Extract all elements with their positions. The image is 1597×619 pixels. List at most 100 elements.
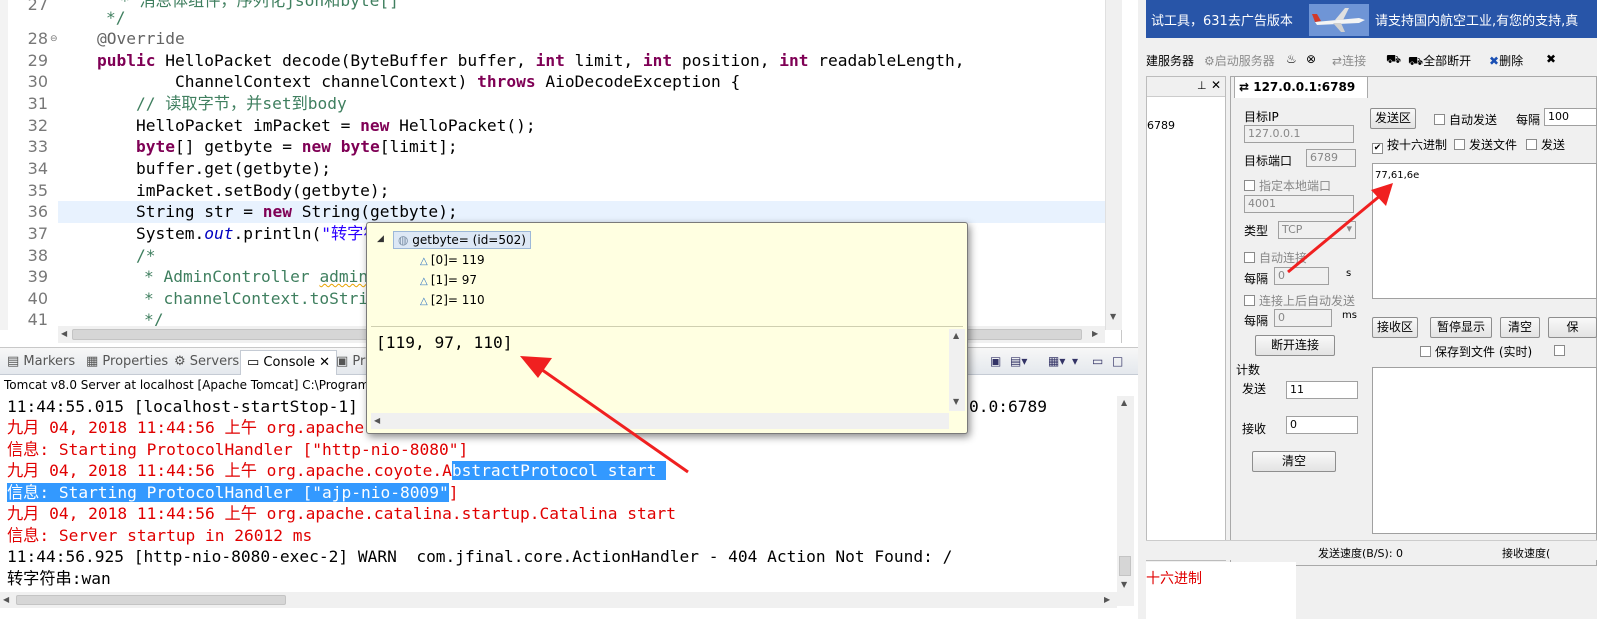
disconnect-icon[interactable]: ⛟ xyxy=(1386,52,1401,68)
tab-progress[interactable]: ▣ Pr xyxy=(336,354,365,369)
console-line: 信息: Starting ProtocolHandler ["ajp-nio-8… xyxy=(7,483,459,502)
type-select[interactable]: TCP ▾ xyxy=(1278,221,1356,239)
console-line: 九月 04, 2018 11:44:56 上午 org.apache.catal… xyxy=(7,504,676,523)
fold-icon[interactable]: ⊖ xyxy=(50,34,58,44)
console-vertical-scrollbar[interactable]: ▲ ▼ xyxy=(1117,396,1134,606)
recv-textarea[interactable] xyxy=(1372,367,1597,534)
auto-send-after-checkbox[interactable]: 连接上后自动发送 xyxy=(1244,292,1355,309)
console-vscroll-thumb[interactable] xyxy=(1119,556,1131,576)
send-file-checkbox[interactable]: 发送文件 xyxy=(1454,136,1517,153)
scroll-up-arrow-icon[interactable]: ▲ xyxy=(1121,398,1127,407)
clear-recv-button[interactable]: 清空 xyxy=(1500,317,1540,338)
checkbox-icon[interactable] xyxy=(1554,345,1565,356)
debug-inspect-popup[interactable]: ◢ ◍ getbyte= (id=502) △ [0]= 119 △ [1]= … xyxy=(366,222,968,434)
checkbox-icon xyxy=(1434,114,1445,125)
scroll-left-arrow-icon[interactable]: ◀ xyxy=(3,595,9,604)
console-process-label: Tomcat v8.0 Server at localhost [Apache … xyxy=(4,378,383,392)
popup-vertical-scrollbar[interactable]: ▲ ▼ xyxy=(949,329,965,411)
every-label: 每隔 xyxy=(1244,272,1269,286)
local-port-input[interactable]: 4001 xyxy=(1244,195,1354,213)
tcp-debug-tool-window: 试工具，631去广告版本 请支持国内航空工业,有您的支持,真 建服务器 ⚙启动服… xyxy=(1138,0,1597,619)
scroll-up-arrow-icon[interactable]: ▲ xyxy=(953,331,959,340)
code-line-35: imPacket.setBody(getbyte); xyxy=(136,181,390,200)
send-interval-input[interactable]: 0 xyxy=(1274,309,1332,327)
scroll-left-arrow-icon[interactable]: ◀ xyxy=(61,329,67,338)
editor-vertical-scrollbar[interactable]: ▼ xyxy=(1105,0,1122,330)
disconnect-all-icon: ⛟ xyxy=(1408,54,1424,68)
view-menu-icon[interactable]: ▾ xyxy=(1072,354,1078,368)
local-port-checkbox[interactable]: 指定本地端口 xyxy=(1244,177,1331,194)
interval-input[interactable]: 0 xyxy=(1274,267,1329,285)
console-line: 信息: Server startup in 26012 ms xyxy=(7,526,313,545)
line-number: 36 xyxy=(27,202,48,221)
connect-button[interactable]: ⇄连接 xyxy=(1332,52,1366,69)
collapse-triangle-icon[interactable]: ◢ xyxy=(377,234,384,244)
tab-servers[interactable]: ⚙ Servers xyxy=(174,354,239,369)
hex-label-area: 十六进制 xyxy=(1146,562,1296,619)
ad-banner[interactable]: 试工具，631去广告版本 请支持国内航空工业,有您的支持,真 xyxy=(1146,0,1597,38)
tab-console[interactable]: ▭ Console ✕ xyxy=(240,350,338,375)
target-port-label: 目标端口 xyxy=(1244,154,1293,168)
auto-send-interval-input[interactable]: 100 xyxy=(1544,108,1597,126)
start-server-button[interactable]: ⚙启动服务器 xyxy=(1204,52,1275,69)
clear-count-button[interactable]: 清空 xyxy=(1252,451,1336,472)
code-line-30: ChannelContext channelContext) throws Ai… xyxy=(175,72,741,91)
tab-properties[interactable]: ▦ Properties xyxy=(86,354,168,369)
target-port-input[interactable]: 6789 xyxy=(1306,149,1356,167)
disconnect-button[interactable]: 断开连接 xyxy=(1255,335,1335,356)
close-icon[interactable]: ✕ xyxy=(1211,78,1221,92)
delete-button[interactable]: ✖删除 xyxy=(1489,52,1523,69)
start-server-icon: ⚙ xyxy=(1204,54,1215,68)
server-icon[interactable]: ♨ xyxy=(1286,52,1297,66)
create-server-button[interactable]: 建服务器 xyxy=(1146,52,1194,69)
send-more-checkbox[interactable]: 发送 xyxy=(1526,136,1565,153)
target-ip-input[interactable]: 127.0.0.1 xyxy=(1244,125,1354,143)
scroll-down-arrow-icon[interactable]: ▼ xyxy=(1110,312,1116,321)
connection-list-panel[interactable]: ⊥ ✕ 6789 xyxy=(1146,76,1226,561)
save-button[interactable]: 保 xyxy=(1548,317,1597,338)
display-console-icon[interactable]: ▣ xyxy=(990,354,1001,368)
scroll-down-arrow-icon[interactable]: ▼ xyxy=(1121,580,1127,589)
hex-send-checkbox[interactable]: ✔ 按十六进制 xyxy=(1372,136,1447,154)
auto-send-checkbox[interactable]: 自动发送 xyxy=(1434,111,1497,128)
variable-tree[interactable]: ◢ ◍ getbyte= (id=502) △ [0]= 119 △ [1]= … xyxy=(373,229,963,327)
console-hscroll-thumb[interactable] xyxy=(16,595,286,605)
send-textarea[interactable]: 77,61,6e xyxy=(1372,163,1597,299)
every-label: 每隔 xyxy=(1244,314,1269,328)
scroll-left-arrow-icon[interactable]: ◀ xyxy=(374,416,380,425)
progress-icon: ▣ xyxy=(336,354,353,369)
count-label: 计数 xyxy=(1236,363,1261,377)
popup-horizontal-scrollbar[interactable]: ◀ xyxy=(371,413,949,429)
array-element[interactable]: △ [2]= 110 xyxy=(420,293,485,307)
markers-icon: ▤ xyxy=(7,354,24,369)
more-icon[interactable]: ✖ xyxy=(1546,52,1556,66)
connect-icon: ⇄ xyxy=(1332,54,1343,68)
console-horizontal-scrollbar[interactable]: ◀ ▶ xyxy=(0,592,1117,608)
pin-icon[interactable]: ⊥ xyxy=(1197,79,1207,92)
disconnect-all-button[interactable]: ⛟全部断开 xyxy=(1408,52,1471,70)
send-area-button[interactable]: 发送区 xyxy=(1370,108,1416,129)
checkbox-icon xyxy=(1244,180,1255,191)
recv-area-button[interactable]: 接收区 xyxy=(1372,317,1418,338)
scroll-right-arrow-icon[interactable]: ▶ xyxy=(1092,329,1098,338)
console-menu-icon[interactable]: ▤▾ xyxy=(1010,354,1027,368)
stop-icon[interactable]: ⊗ xyxy=(1306,52,1316,66)
new-console-icon[interactable]: ▦▾ xyxy=(1048,354,1065,368)
code-line-27: */ xyxy=(106,8,126,27)
list-item[interactable]: 6789 xyxy=(1147,119,1175,132)
save-to-file-checkbox[interactable]: 保存到文件 (实时) xyxy=(1420,343,1532,360)
scroll-right-arrow-icon[interactable]: ▶ xyxy=(1104,595,1110,604)
minimize-icon[interactable]: ▭ xyxy=(1092,354,1103,368)
array-element[interactable]: △ [0]= 119 xyxy=(420,253,485,267)
scroll-down-arrow-icon[interactable]: ▼ xyxy=(953,397,959,406)
array-element[interactable]: △ [1]= 97 xyxy=(420,273,477,287)
connection-tab[interactable]: ⇄ 127.0.0.1:6789 xyxy=(1234,76,1368,98)
tab-markers[interactable]: ▤ Markers xyxy=(7,354,75,369)
maximize-icon[interactable]: □ xyxy=(1112,354,1123,368)
close-icon[interactable]: ✕ xyxy=(319,355,330,370)
auto-connect-checkbox[interactable]: 自动连接 xyxy=(1244,249,1307,266)
variable-root[interactable]: ◍ getbyte= (id=502) xyxy=(393,231,531,249)
pause-display-button[interactable]: 暂停显示 xyxy=(1430,317,1492,338)
tool-toolbar: 建服务器 ⚙启动服务器 ♨ ⊗ ⇄连接 ⛟ ⛟全部断开 ✖删除 ✖ xyxy=(1146,48,1597,70)
send-speed: 发送速度(B/S): 0 xyxy=(1318,547,1404,560)
